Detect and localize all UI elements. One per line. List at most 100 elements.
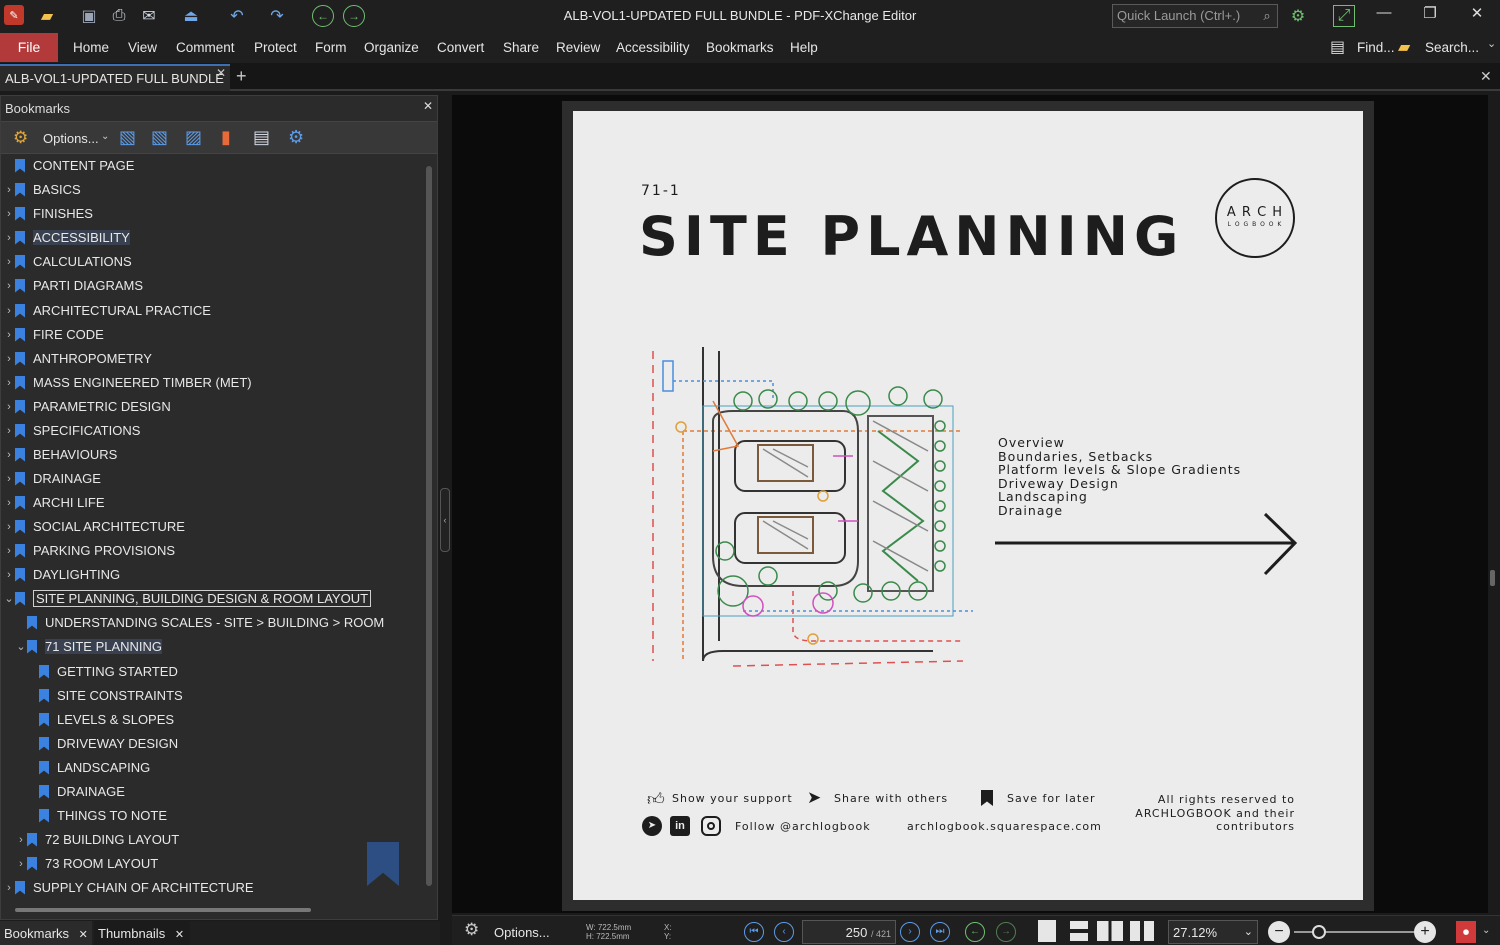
bookmark-item[interactable]: › DAYLIGHTING bbox=[3, 563, 120, 586]
expand-icon[interactable]: › bbox=[3, 329, 15, 341]
next-page-icon[interactable]: › bbox=[900, 922, 920, 942]
expand-icon[interactable]: › bbox=[3, 521, 15, 533]
options-chevron-icon[interactable]: ⌄ bbox=[101, 131, 109, 142]
status-chevron-down-icon[interactable]: ⌄ bbox=[1482, 925, 1490, 936]
fullscreen-icon[interactable]: ⤢ bbox=[1333, 5, 1355, 27]
expand-icon[interactable]: › bbox=[3, 545, 15, 557]
last-page-icon[interactable]: ⏭ bbox=[930, 922, 950, 942]
facing-view-icon[interactable] bbox=[1097, 921, 1123, 941]
previous-view-icon[interactable]: ← bbox=[965, 922, 985, 942]
expand-icon[interactable]: › bbox=[3, 401, 15, 413]
add-bookmark-icon[interactable]: ▨ bbox=[185, 127, 202, 148]
menu-form[interactable]: Form bbox=[315, 40, 347, 55]
bookmark-item-selected[interactable]: ⌄ 71 SITE PLANNING bbox=[15, 635, 163, 658]
bookmark-item[interactable]: SITE CONSTRAINTS bbox=[27, 684, 183, 707]
menu-convert[interactable]: Convert bbox=[437, 40, 484, 55]
bookmark-item[interactable]: GETTING STARTED bbox=[27, 660, 178, 683]
expand-icon[interactable]: › bbox=[3, 184, 15, 196]
find-button[interactable]: Find... bbox=[1357, 40, 1395, 55]
bookmark-item[interactable]: › SOCIAL ARCHITECTURE bbox=[3, 515, 185, 538]
menu-comment[interactable]: Comment bbox=[176, 40, 235, 55]
page-number-input[interactable]: 250 / 421 bbox=[802, 920, 896, 944]
expand-icon[interactable]: › bbox=[3, 449, 15, 461]
bookmark-item[interactable]: › BEHAVIOURS bbox=[3, 443, 117, 466]
new-child-bookmark-icon[interactable]: ▧ bbox=[151, 127, 168, 148]
first-page-icon[interactable]: ⏮ bbox=[744, 922, 764, 942]
menu-help[interactable]: Help bbox=[790, 40, 818, 55]
minimize-icon[interactable]: — bbox=[1372, 4, 1396, 26]
bookmark-item[interactable]: › ARCHI LIFE bbox=[3, 491, 104, 514]
expand-icon[interactable]: › bbox=[3, 497, 15, 509]
new-bookmark-icon[interactable]: ▧ bbox=[119, 127, 136, 148]
expand-icon[interactable]: › bbox=[3, 208, 15, 220]
expand-icon[interactable]: › bbox=[3, 425, 15, 437]
expand-icon[interactable]: › bbox=[3, 256, 15, 268]
menu-review[interactable]: Review bbox=[556, 40, 600, 55]
zoom-out-icon[interactable]: − bbox=[1268, 921, 1290, 943]
bookmark-item[interactable]: › 73 ROOM LAYOUT bbox=[15, 852, 158, 875]
document-tab[interactable]: ALB-VOL1-UPDATED FULL BUNDLE bbox=[0, 64, 230, 91]
menu-accessibility[interactable]: Accessibility bbox=[616, 40, 690, 55]
close-document-icon[interactable]: ✕ bbox=[1480, 68, 1492, 85]
bookmark-item[interactable]: DRIVEWAY DESIGN bbox=[27, 732, 178, 755]
expand-icon[interactable]: › bbox=[3, 882, 15, 894]
menu-share[interactable]: Share bbox=[503, 40, 539, 55]
thumbnails-panel-tab[interactable]: Thumbnails ✕ bbox=[94, 921, 190, 945]
search-button[interactable]: Search... bbox=[1425, 40, 1479, 55]
close-window-icon[interactable]: ✕ bbox=[1465, 4, 1489, 26]
facing-continuous-view-icon[interactable] bbox=[1130, 921, 1154, 941]
previous-page-icon[interactable]: ‹ bbox=[774, 922, 794, 942]
bookmark-item-expanded[interactable]: ⌄ SITE PLANNING, BUILDING DESIGN & ROOM L… bbox=[3, 587, 372, 610]
bookmark-check-icon[interactable]: ⚙ bbox=[288, 127, 304, 148]
bookmark-item[interactable]: LANDSCAPING bbox=[27, 756, 150, 779]
expand-icon[interactable]: › bbox=[15, 834, 27, 846]
close-tab-icon[interactable]: ✕ bbox=[216, 66, 226, 80]
new-tab-icon[interactable]: + bbox=[236, 66, 247, 87]
horizontal-scrollbar[interactable] bbox=[15, 908, 311, 912]
zoom-slider-handle[interactable] bbox=[1312, 925, 1326, 939]
bookmark-item[interactable]: DRAINAGE bbox=[27, 780, 125, 803]
panel-splitter-handle[interactable]: ‹ bbox=[440, 488, 450, 552]
bookmark-item[interactable]: › CALCULATIONS bbox=[3, 250, 132, 273]
expand-icon[interactable]: › bbox=[3, 280, 15, 292]
bookmark-item[interactable]: › ARCHITECTURAL PRACTICE bbox=[3, 299, 211, 322]
continuous-view-icon[interactable] bbox=[1070, 921, 1088, 941]
menu-bookmarks[interactable]: Bookmarks bbox=[706, 40, 774, 55]
expand-icon[interactable]: › bbox=[3, 353, 15, 365]
bookmark-item[interactable]: LEVELS & SLOPES bbox=[27, 708, 174, 731]
bookmark-item[interactable]: › PARAMETRIC DESIGN bbox=[3, 395, 171, 418]
expand-icon[interactable]: › bbox=[3, 569, 15, 581]
search-icon[interactable]: ⌕ bbox=[1256, 5, 1278, 27]
restore-icon[interactable]: ❐ bbox=[1418, 4, 1442, 26]
file-menu[interactable]: File bbox=[0, 33, 58, 62]
expand-icon[interactable]: › bbox=[3, 473, 15, 485]
bookmark-item[interactable]: › MASS ENGINEERED TIMBER (MET) bbox=[3, 371, 251, 394]
vertical-scrollbar[interactable] bbox=[426, 166, 432, 886]
menu-view[interactable]: View bbox=[128, 40, 157, 55]
bookmark-item[interactable]: › FINISHES bbox=[3, 202, 93, 225]
collapse-icon[interactable]: ⌄ bbox=[15, 640, 27, 653]
viewer-scrollbar[interactable] bbox=[1490, 570, 1495, 586]
bookmark-item[interactable]: › SPECIFICATIONS bbox=[3, 419, 140, 442]
expand-icon[interactable]: › bbox=[3, 377, 15, 389]
bookmark-item[interactable]: › BASICS bbox=[3, 178, 81, 201]
pdf-icon[interactable]: ⏺ bbox=[1456, 921, 1476, 943]
bookmark-item[interactable]: CONTENT PAGE bbox=[3, 154, 134, 177]
zoom-select[interactable]: 27.12% ⌄ bbox=[1168, 920, 1258, 944]
zoom-in-icon[interactable]: + bbox=[1414, 921, 1436, 943]
close-bookmarks-tab-icon[interactable]: ✕ bbox=[79, 929, 88, 941]
expand-icon[interactable]: › bbox=[3, 232, 15, 244]
bookmark-item[interactable]: › ANTHROPOMETRY bbox=[3, 347, 152, 370]
next-view-icon[interactable]: → bbox=[996, 922, 1016, 942]
bookmark-item[interactable]: › DRAINAGE bbox=[3, 467, 101, 490]
bookmark-item[interactable]: › 72 BUILDING LAYOUT bbox=[15, 828, 179, 851]
bookmark-item[interactable]: › PARKING PROVISIONS bbox=[3, 539, 175, 562]
single-page-view-icon[interactable] bbox=[1038, 920, 1056, 942]
bookmark-item[interactable]: UNDERSTANDING SCALES - SITE > BUILDING >… bbox=[15, 611, 384, 634]
bookmark-item[interactable]: THINGS TO NOTE bbox=[27, 804, 167, 827]
close-panel-icon[interactable]: ✕ bbox=[423, 99, 433, 113]
menu-organize[interactable]: Organize bbox=[364, 40, 419, 55]
bookmark-properties-icon[interactable]: ▤ bbox=[253, 127, 270, 148]
collapse-icon[interactable]: ⌄ bbox=[3, 592, 15, 605]
expand-icon[interactable]: › bbox=[15, 858, 27, 870]
